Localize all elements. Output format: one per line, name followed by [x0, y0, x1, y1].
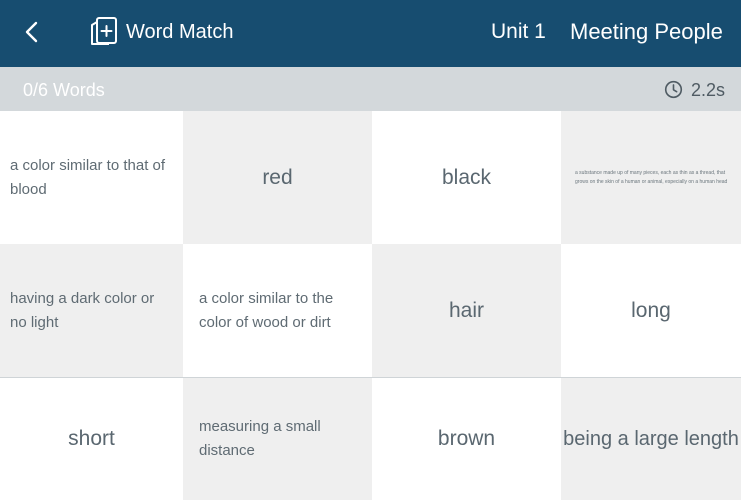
matched-word-count: 0/6 Words	[23, 80, 105, 100]
topic-title: Meeting People	[570, 19, 723, 44]
unit-label: Unit 1	[491, 20, 546, 43]
word-card[interactable]: being a large length	[561, 378, 741, 500]
match-card-grid: a color similar to that of blood red bla…	[0, 111, 741, 500]
top-bar: Word Match Unit 1 Meeting People	[0, 0, 741, 67]
definition-card[interactable]: a color similar to that of blood	[0, 111, 183, 244]
word-card[interactable]: red	[183, 111, 372, 244]
word-card[interactable]: long	[561, 244, 741, 377]
definition-card[interactable]: having a dark color or no light	[0, 244, 183, 377]
word-card[interactable]: short	[0, 378, 183, 500]
status-bar: 0/6 Words	[0, 67, 741, 111]
timer-value: 2.2s	[691, 80, 726, 100]
chevron-left-icon	[25, 21, 38, 43]
word-card[interactable]: brown	[372, 378, 561, 500]
word-card[interactable]: black	[372, 111, 561, 244]
word-card[interactable]: hair	[372, 244, 561, 377]
flashcard-add-icon	[91, 17, 117, 45]
app-title: Word Match	[126, 21, 234, 43]
definition-card[interactable]: a color similar to the color of wood or …	[183, 244, 372, 377]
clock-icon	[664, 80, 683, 99]
row-divider	[0, 377, 741, 378]
definition-card[interactable]: measuring a small distance	[183, 378, 372, 500]
definition-card[interactable]: a substance made up of many pieces, each…	[561, 111, 741, 244]
back-button[interactable]	[14, 14, 50, 50]
